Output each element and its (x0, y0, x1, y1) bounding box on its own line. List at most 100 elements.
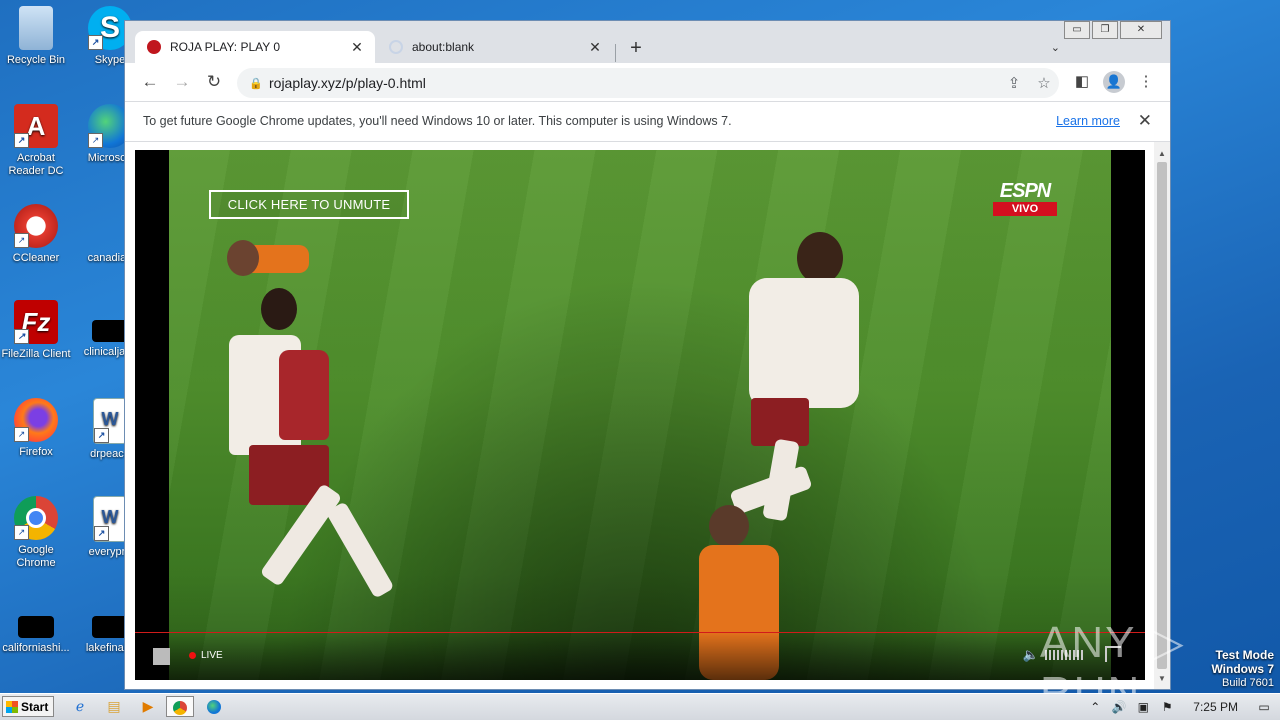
word-document-icon: W ↗ (93, 398, 127, 444)
scroll-up-arrow-icon[interactable]: ▲ (1154, 146, 1170, 162)
desktop-icon-firefox[interactable]: ↗ Firefox (0, 398, 72, 459)
speaker-icon[interactable]: 🔈 (1023, 647, 1039, 663)
broadcaster-logo: ESPN VIVO (989, 180, 1061, 216)
taskbar-internet-explorer-icon[interactable]: ℯ (66, 696, 94, 717)
learn-more-link[interactable]: Learn more (1056, 114, 1120, 128)
file-thumbnail-icon (92, 616, 128, 638)
video-player[interactable]: CLICK HERE TO UNMUTE ESPN VIVO LIVE 🔈 (135, 150, 1145, 680)
desktop-icon-label: CCleaner (12, 252, 60, 264)
desktop-icon-label: FileZilla Client (1, 348, 71, 360)
video-frame: CLICK HERE TO UNMUTE ESPN VIVO (169, 150, 1111, 680)
desktop-icon-acrobat[interactable]: A ↗ Acrobat Reader DC (0, 104, 72, 178)
bookmark-star-icon[interactable]: ☆ (1029, 74, 1059, 92)
live-label: LIVE (201, 650, 223, 661)
desktop-icon-filezilla[interactable]: Fz ↗ FileZilla Client (0, 300, 72, 361)
start-label: Start (21, 699, 49, 714)
action-center-flag-icon[interactable]: ⚑ (1159, 700, 1175, 714)
tab-title: ROJA PLAY: PLAY 0 (170, 40, 281, 54)
file-thumbnail-icon (18, 616, 54, 638)
tab-separator (615, 44, 616, 62)
menu-kebab-icon[interactable]: ⋮ (1135, 71, 1157, 93)
page-content: CLICK HERE TO UNMUTE ESPN VIVO LIVE 🔈 ▲ … (125, 142, 1170, 689)
vivo-badge: VIVO (993, 202, 1057, 216)
acrobat-icon: A ↗ (14, 104, 58, 148)
lock-icon[interactable]: 🔒 (243, 77, 269, 90)
clock[interactable]: 7:25 PM (1193, 700, 1238, 714)
desktop-icon-recycle-bin[interactable]: Recycle Bin (0, 6, 72, 67)
roja-favicon-icon (147, 40, 161, 54)
new-tab-button[interactable]: + (625, 37, 647, 60)
windows-flag-icon (6, 700, 18, 713)
side-panel-icon[interactable]: ◧ (1071, 71, 1093, 93)
network-tray-icon[interactable]: ▣ (1135, 700, 1151, 714)
loading-spinner-icon (389, 40, 403, 54)
tab-title: about:blank (412, 40, 475, 54)
test-mode-label: Test Mode (1215, 648, 1274, 662)
desktop-icon-ccleaner[interactable]: ↗ CCleaner (0, 204, 72, 265)
desktop-icon-label: Google Chrome (16, 544, 56, 569)
taskbar-file-explorer-icon[interactable]: ▤ (100, 696, 128, 717)
desktop-icon-label: Recycle Bin (6, 54, 66, 66)
tab-search-chevron-icon[interactable]: ⌄ (1051, 41, 1060, 54)
tray-expand-icon[interactable]: ⌃ (1087, 700, 1103, 714)
player-head (261, 288, 297, 330)
browser-toolbar: ← → ↻ 🔒 rojaplay.xyz/p/play-0.html ⇪ ☆ ◧… (125, 63, 1170, 101)
player-head (709, 505, 749, 547)
live-dot-icon (189, 652, 196, 659)
live-indicator: LIVE (189, 650, 223, 661)
taskbar-media-player-icon[interactable]: ▶ (134, 696, 162, 717)
address-bar[interactable]: 🔒 rojaplay.xyz/p/play-0.html ⇪ ☆ (237, 68, 1059, 98)
os-label: Windows 7 (1211, 662, 1274, 676)
share-icon[interactable]: ⇪ (999, 74, 1029, 92)
desktop-icon-label: californiashi... (2, 642, 70, 654)
chrome-window: ▭ ❐ ✕ ROJA PLAY: PLAY 0 ✕ about:blank ✕ … (124, 20, 1171, 690)
close-tab-icon[interactable]: ✕ (349, 39, 365, 56)
system-tray: ⌃ 🔊 ▣ ⚑ 7:25 PM ▭ (1087, 694, 1280, 720)
infobar-message: To get future Google Chrome updates, you… (143, 114, 732, 128)
player-leg (325, 501, 395, 599)
profile-avatar-icon[interactable]: 👤 (1103, 71, 1125, 93)
show-desktop-icon[interactable]: ▭ (1256, 700, 1272, 714)
reload-button[interactable]: ↻ (203, 71, 225, 93)
player-shirt (749, 278, 859, 408)
test-mode-watermark: Test Mode Windows 7 Build 7601 (1211, 648, 1274, 690)
taskbar: Start ℯ ▤ ▶ ⌃ 🔊 ▣ ⚑ 7:25 PM ▭ (0, 693, 1280, 720)
file-thumbnail-icon (92, 320, 128, 342)
filezilla-icon: Fz ↗ (14, 300, 58, 344)
espn-logo: ESPN (999, 180, 1051, 202)
forward-button[interactable]: → (171, 71, 193, 93)
scroll-thumb[interactable] (1157, 162, 1167, 669)
start-button[interactable]: Start (2, 696, 54, 717)
player-controls: LIVE 🔈 (135, 632, 1145, 680)
ccleaner-icon: ↗ (14, 204, 58, 248)
url-text[interactable]: rojaplay.xyz/p/play-0.html (269, 75, 999, 91)
unmute-button[interactable]: CLICK HERE TO UNMUTE (209, 190, 409, 219)
update-infobar: To get future Google Chrome updates, you… (125, 101, 1170, 142)
firefox-icon: ↗ (14, 398, 58, 442)
player-shirt (279, 350, 329, 440)
tab-strip: ROJA PLAY: PLAY 0 ✕ about:blank ✕ + ⌄ (125, 29, 1170, 63)
desktop-icon-label: Acrobat Reader DC (8, 152, 64, 177)
player-head (227, 240, 259, 276)
player-head (797, 232, 843, 284)
taskbar-chrome-icon[interactable] (166, 696, 194, 717)
live-progress-bar[interactable] (135, 632, 1145, 633)
build-label: Build 7601 (1222, 677, 1274, 689)
word-document-icon: W ↗ (93, 496, 127, 542)
desktop-icon-google-chrome[interactable]: ↗ Google Chrome (0, 496, 72, 570)
back-button[interactable]: ← (139, 71, 161, 93)
stop-button[interactable] (153, 648, 170, 665)
desktop-icon-label: Firefox (19, 446, 53, 458)
tab-about-blank[interactable]: about:blank ✕ (377, 31, 613, 63)
desktop-icon-californiashi[interactable]: californiashi... (0, 596, 72, 655)
player-figure (209, 245, 319, 285)
recycle-bin-icon (19, 6, 53, 50)
close-tab-icon[interactable]: ✕ (587, 39, 603, 56)
chrome-icon: ↗ (14, 496, 58, 540)
desktop-icon-label: Skype (94, 54, 126, 66)
close-infobar-icon[interactable]: ✕ (1138, 111, 1152, 131)
tab-roja-play[interactable]: ROJA PLAY: PLAY 0 ✕ (135, 31, 375, 63)
taskbar-edge-icon[interactable] (200, 696, 228, 717)
volume-tray-icon[interactable]: 🔊 (1111, 700, 1127, 714)
page-scrollbar[interactable]: ▲ ▼ (1154, 142, 1170, 689)
